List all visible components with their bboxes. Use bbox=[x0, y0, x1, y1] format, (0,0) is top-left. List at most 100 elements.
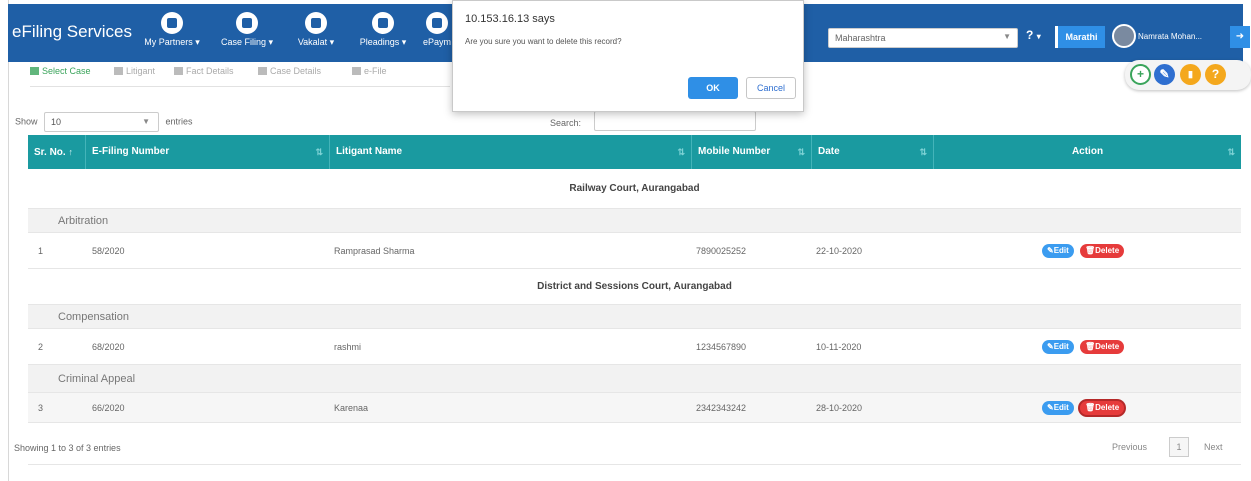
language-button[interactable]: Marathi bbox=[1055, 26, 1105, 48]
entries-select[interactable]: 10 ▼ bbox=[44, 112, 160, 132]
entries-value: 10 bbox=[51, 117, 62, 127]
tab-case-details[interactable]: Case Details bbox=[258, 66, 321, 76]
sort-icon: ⇅ bbox=[797, 147, 805, 157]
nav-case-filing[interactable]: Case Filing ▾ bbox=[212, 8, 282, 58]
delete-button[interactable]: 🗑Delete bbox=[1080, 340, 1125, 354]
efiling-number-cell: 58/2020 bbox=[92, 246, 125, 256]
state-select-value: Maharashtra bbox=[835, 33, 886, 43]
mobile-number-cell: 2342343242 bbox=[696, 403, 747, 413]
court-name: District and Sessions Court, Aurangabad bbox=[537, 281, 732, 292]
quick-actions: + ✎ ▮ ? bbox=[1125, 60, 1251, 90]
court-group-row: District and Sessions Court, Aurangabad bbox=[28, 269, 1241, 305]
plus-circle-icon[interactable]: + bbox=[1130, 64, 1151, 85]
previous-button[interactable]: Previous bbox=[1112, 437, 1147, 457]
litigant-name-cell: Ramprasad Sharma bbox=[334, 246, 415, 256]
sr-no-cell: 2 bbox=[38, 342, 44, 352]
table-info: Showing 1 to 3 of 3 entries bbox=[14, 443, 121, 453]
user-icon bbox=[114, 67, 123, 75]
payment-icon bbox=[426, 12, 448, 34]
table-row: 2 68/2020 rashmi 1234567890 10-11-2020 ✎… bbox=[28, 329, 1241, 365]
case-type-row: Compensation bbox=[28, 305, 1241, 329]
efiling-number-cell: 66/2020 bbox=[92, 403, 125, 413]
dialog-title: 10.153.16.13 says bbox=[465, 13, 555, 25]
delete-button[interactable]: 🗑Delete bbox=[1080, 401, 1125, 415]
user-icon bbox=[174, 67, 183, 75]
sr-no-cell: 1 bbox=[38, 246, 44, 256]
edit-button[interactable]: ✎Edit bbox=[1042, 244, 1074, 258]
nav-epayment[interactable]: ePaym bbox=[420, 8, 454, 58]
table-header: Sr. No. ↑ E-Filing Number ⇅ Litigant Name… bbox=[28, 135, 1241, 169]
tabs-divider bbox=[30, 86, 450, 87]
tab-fact-details[interactable]: Fact Details bbox=[174, 66, 234, 76]
search-input[interactable] bbox=[594, 111, 756, 131]
date-cell: 28-10-2020 bbox=[816, 403, 863, 413]
search-label: Search: bbox=[550, 118, 582, 128]
col-date[interactable]: Date ⇅ bbox=[812, 135, 934, 169]
nav-my-partners[interactable]: My Partners ▾ bbox=[136, 8, 208, 58]
nav-vakalat[interactable]: Vakalat ▾ bbox=[286, 8, 346, 58]
efiling-number-cell: 68/2020 bbox=[92, 342, 125, 352]
entries-label: entries bbox=[165, 116, 193, 127]
table-row: 3 66/2020 Karenaa 2342343242 28-10-2020 … bbox=[28, 393, 1241, 423]
help-menu[interactable]: ? ▾ bbox=[1026, 28, 1041, 42]
table-row: 1 58/2020 Ramprasad Sharma 7890025252 22… bbox=[28, 233, 1241, 269]
chevron-down-icon: ▼ bbox=[142, 117, 151, 126]
help-icon: ? bbox=[1026, 28, 1034, 42]
col-action[interactable]: Action ⇅ bbox=[934, 135, 1241, 169]
delete-button[interactable]: 🗑Delete bbox=[1080, 244, 1125, 258]
document-icon bbox=[305, 12, 327, 34]
next-button[interactable]: Next bbox=[1204, 437, 1223, 457]
col-mobile-number[interactable]: Mobile Number ⇅ bbox=[692, 135, 812, 169]
case-type-label: Compensation bbox=[58, 311, 129, 323]
chevron-down-icon: ▾ bbox=[1036, 32, 1041, 41]
nav-label: Case Filing ▾ bbox=[220, 37, 274, 47]
page-1-button[interactable]: 1 bbox=[1169, 437, 1189, 457]
nav-label: Pleadings ▾ bbox=[359, 37, 407, 47]
avatar[interactable] bbox=[1112, 24, 1136, 48]
tab-select-case[interactable]: Select Case bbox=[30, 66, 91, 76]
nav-pleadings[interactable]: Pleadings ▾ bbox=[350, 8, 416, 58]
case-type-row: Arbitration bbox=[28, 209, 1241, 233]
tab-e-file[interactable]: e-File bbox=[352, 66, 387, 76]
help-circle-icon[interactable]: ? bbox=[1205, 64, 1226, 85]
pen-icon bbox=[236, 12, 258, 34]
edit-circle-icon[interactable]: ✎ bbox=[1154, 64, 1175, 85]
litigant-name-cell: rashmi bbox=[334, 342, 362, 352]
logout-button[interactable]: ➜ bbox=[1230, 26, 1250, 48]
tab-label: Litigant bbox=[126, 66, 156, 76]
cancel-button[interactable]: Cancel bbox=[746, 77, 796, 99]
logout-icon: ➜ bbox=[1235, 31, 1245, 42]
tab-label: Case Details bbox=[270, 66, 322, 76]
case-type-label: Arbitration bbox=[58, 215, 109, 227]
partners-icon bbox=[161, 12, 183, 34]
sort-icon: ⇅ bbox=[315, 147, 323, 157]
file-icon bbox=[258, 67, 267, 75]
tab-label: e-File bbox=[364, 66, 387, 76]
case-type-label: Criminal Appeal bbox=[58, 373, 136, 385]
col-efiling-number[interactable]: E-Filing Number ⇅ bbox=[86, 135, 330, 169]
tab-litigant[interactable]: Litigant bbox=[114, 66, 155, 76]
sort-asc-icon: ↑ bbox=[68, 147, 73, 157]
tab-label: Fact Details bbox=[186, 66, 234, 76]
sort-icon: ⇅ bbox=[919, 147, 927, 157]
length-control: Show 10 ▼ entries bbox=[15, 112, 193, 132]
col-sr-no[interactable]: Sr. No. ↑ bbox=[28, 135, 86, 169]
user-name[interactable]: Namrata Mohan... bbox=[1138, 32, 1202, 41]
col-litigant-name[interactable]: Litigant Name ⇅ bbox=[330, 135, 692, 169]
document-circle-icon[interactable]: ▮ bbox=[1180, 64, 1201, 85]
brand-title[interactable]: eFiling Services bbox=[12, 22, 132, 42]
date-cell: 10-11-2020 bbox=[816, 342, 862, 352]
mobile-number-cell: 7890025252 bbox=[696, 246, 747, 256]
edit-button[interactable]: ✎Edit bbox=[1042, 401, 1074, 415]
ok-button[interactable]: OK bbox=[688, 77, 738, 99]
date-cell: 22-10-2020 bbox=[816, 246, 863, 256]
state-select[interactable]: Maharashtra ▼ bbox=[828, 28, 1018, 48]
court-name: Railway Court, Aurangabad bbox=[569, 183, 700, 194]
nav-label: ePaym bbox=[422, 37, 451, 47]
court-group-row: Railway Court, Aurangabad bbox=[28, 169, 1241, 209]
list-icon bbox=[30, 67, 39, 75]
mobile-number-cell: 1234567890 bbox=[696, 342, 747, 352]
confirm-dialog: 10.153.16.13 says Are you sure you want … bbox=[452, 0, 804, 112]
nav-label: Vakalat ▾ bbox=[297, 37, 335, 47]
edit-button[interactable]: ✎Edit bbox=[1042, 340, 1074, 354]
